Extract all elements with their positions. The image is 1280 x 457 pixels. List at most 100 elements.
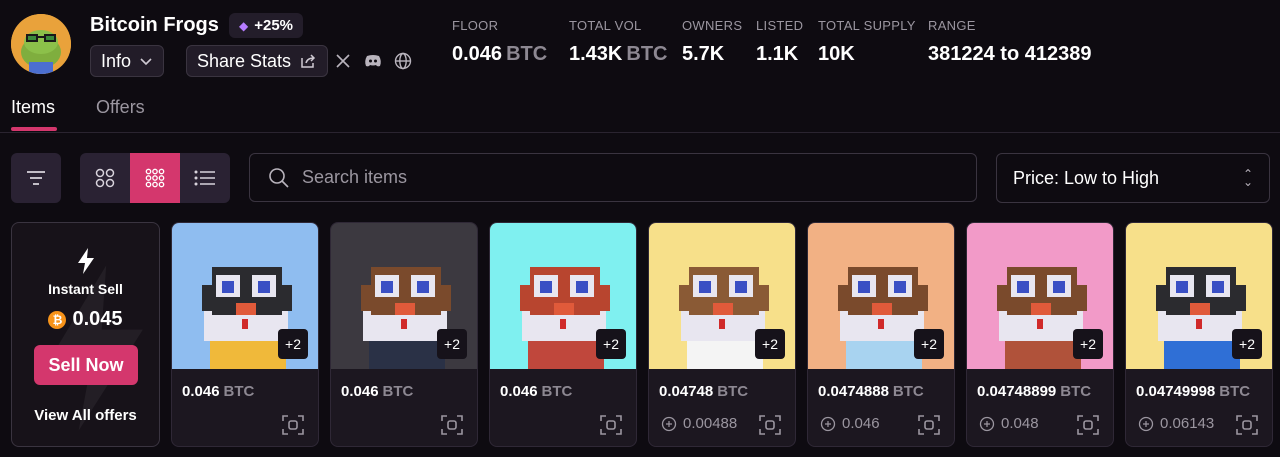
extra-traits-badge[interactable]: +2 — [755, 329, 785, 359]
tab-items[interactable]: Items — [11, 97, 55, 118]
scan-icon[interactable] — [1235, 413, 1259, 437]
item-card[interactable]: +2 0.04749998 BTC 0.06143 — [1125, 222, 1273, 447]
view-large-grid-button[interactable] — [80, 153, 130, 203]
item-price-unit: BTC — [1219, 383, 1251, 400]
sort-select[interactable]: Price: Low to High ⌃ ⌄ — [996, 153, 1270, 203]
last-sale: 0.048 — [979, 415, 1039, 432]
stat-floor: FLOOR 0.046 BTC — [452, 18, 547, 66]
stat-unit: BTC — [626, 43, 668, 65]
item-card[interactable]: +2 0.046 BTC — [489, 222, 637, 447]
instant-sell-label: Instant Sell — [48, 281, 123, 297]
share-icon — [301, 54, 316, 68]
stat-total-supply: TOTAL SUPPLY 10K — [818, 18, 916, 66]
item-card[interactable]: +2 0.0474888 BTC 0.046 — [807, 222, 955, 447]
item-price-unit: BTC — [1060, 383, 1092, 400]
globe-icon[interactable] — [394, 52, 412, 70]
item-card[interactable]: +2 0.04748899 BTC 0.048 — [966, 222, 1114, 447]
extra-traits-badge[interactable]: +2 — [1232, 329, 1262, 359]
extra-traits-badge[interactable]: +2 — [1073, 329, 1103, 359]
scan-icon[interactable] — [917, 413, 941, 437]
tabs-divider — [0, 132, 1280, 133]
extra-traits-badge[interactable]: +2 — [596, 329, 626, 359]
item-price-value: 0.0474888 — [818, 383, 889, 400]
last-sale-icon — [1138, 416, 1154, 431]
item-card[interactable]: +2 0.046 BTC — [171, 222, 319, 447]
item-price-value: 0.046 — [500, 383, 538, 400]
sort-selected: Price: Low to High — [1013, 167, 1160, 188]
extra-traits-badge[interactable]: +2 — [278, 329, 308, 359]
search-box — [249, 153, 977, 202]
last-sale-value: 0.046 — [842, 415, 880, 432]
last-sale-value: 0.06143 — [1160, 415, 1215, 432]
grid-large-icon — [95, 168, 115, 188]
instant-sell-value: 0.045 — [72, 308, 123, 330]
extra-traits-badge[interactable]: +2 — [914, 329, 944, 359]
bolt-icon — [78, 248, 94, 274]
chevron-updown-icon: ⌃ ⌄ — [1242, 167, 1253, 189]
tab-offers[interactable]: Offers — [96, 97, 145, 118]
stat-range: RANGE 381224 to 412389 — [928, 18, 1091, 66]
stat-value: 5.7K — [682, 43, 725, 65]
last-sale-value: 0.00488 — [683, 415, 738, 432]
stat-value: 381224 to 412389 — [928, 43, 1092, 65]
discord-icon[interactable] — [364, 52, 382, 70]
collection-avatar — [11, 14, 71, 74]
x-icon[interactable] — [334, 52, 352, 70]
stat-unit: BTC — [506, 43, 548, 65]
stat-value: 1.1K — [756, 43, 799, 65]
stat-label: TOTAL VOL — [569, 18, 642, 33]
item-card[interactable]: +2 0.04748 BTC 0.00488 — [648, 222, 796, 447]
scan-icon[interactable] — [758, 413, 782, 437]
item-price-value: 0.046 — [182, 383, 220, 400]
stat-label: RANGE — [928, 18, 976, 33]
view-small-grid-button[interactable] — [130, 153, 180, 203]
gem-icon: ◆ — [239, 18, 249, 33]
stat-label: OWNERS — [682, 18, 743, 33]
stat-value: 0.046 — [452, 43, 503, 65]
stat-total-vol: TOTAL VOL 1.43K BTC — [569, 18, 667, 66]
item-price: 0.046 BTC — [182, 383, 254, 400]
item-price-value: 0.04748 — [659, 383, 714, 400]
last-sale-value: 0.048 — [1001, 415, 1039, 432]
view-list-button[interactable] — [180, 153, 230, 203]
last-sale: 0.00488 — [661, 415, 737, 432]
item-price-unit: BTC — [541, 383, 573, 400]
collection-name: Bitcoin Frogs — [90, 14, 219, 36]
scan-icon[interactable] — [440, 413, 464, 437]
extra-traits-badge[interactable]: +2 — [437, 329, 467, 359]
share-stats-button[interactable]: Share Stats — [186, 45, 329, 77]
item-price: 0.046 BTC — [341, 383, 413, 400]
active-tab-indicator — [11, 127, 57, 131]
list-icon — [194, 170, 215, 186]
filter-button[interactable] — [11, 153, 61, 203]
stat-value: 10K — [818, 43, 855, 65]
item-price: 0.04748899 BTC — [977, 383, 1091, 400]
last-sale-icon — [979, 416, 995, 431]
item-price: 0.04748 BTC — [659, 383, 748, 400]
stat-owners: OWNERS 5.7K — [682, 18, 742, 66]
grid-small-icon — [145, 168, 165, 188]
item-price-value: 0.04749998 — [1136, 383, 1216, 400]
item-price-unit: BTC — [382, 383, 414, 400]
info-dropdown-button[interactable]: Info — [90, 45, 165, 77]
search-input[interactable] — [302, 167, 902, 188]
view-all-offers-link[interactable]: View All offers — [12, 407, 159, 424]
instant-sell-price: ₿ 0.045 — [12, 308, 159, 331]
info-label: Info — [101, 50, 132, 71]
stat-listed: LISTED 1.1K — [756, 18, 803, 66]
stat-value: 1.43K — [569, 43, 623, 65]
boost-value: +25% — [254, 17, 294, 34]
filter-icon — [27, 171, 45, 185]
scan-icon[interactable] — [1076, 413, 1100, 437]
scan-icon[interactable] — [599, 413, 623, 437]
item-card[interactable]: +2 0.046 BTC — [330, 222, 478, 447]
scan-icon[interactable] — [281, 413, 305, 437]
stat-label: TOTAL SUPPLY — [818, 18, 916, 33]
item-price-value: 0.04748899 — [977, 383, 1057, 400]
sell-now-button[interactable]: Sell Now — [34, 345, 138, 385]
last-sale: 0.06143 — [1138, 415, 1214, 432]
item-price-unit: BTC — [223, 383, 255, 400]
search-icon — [269, 167, 289, 188]
item-price: 0.046 BTC — [500, 383, 572, 400]
last-sale: 0.046 — [820, 415, 880, 432]
